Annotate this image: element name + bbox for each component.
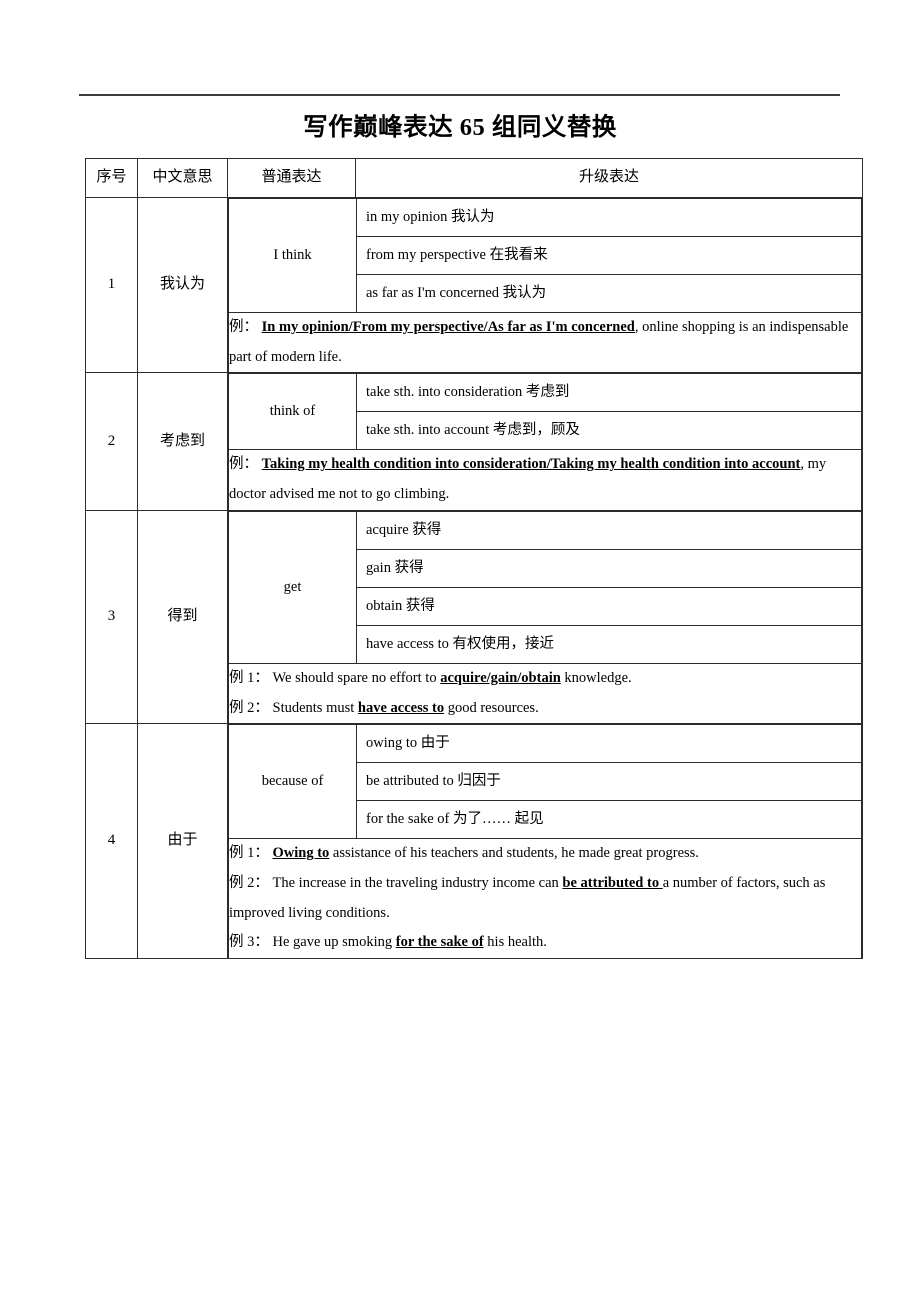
example-row: 例： Taking my health condition into consi… — [228, 449, 862, 510]
upgraded-expression: obtain 获得 — [356, 586, 862, 626]
upgraded-expression: as far as I'm concerned 我认为 — [356, 274, 862, 313]
example-label: 例 2： — [229, 699, 269, 716]
example-highlight: acquire/gain/obtain — [440, 669, 561, 686]
upgraded-expression: gain 获得 — [356, 548, 862, 588]
upgraded-expression: take sth. into account 考虑到，顾及 — [356, 411, 862, 451]
example-sentence: 例 2： The increase in the traveling indus… — [229, 869, 861, 928]
example-sentence: 例： In my opinion/From my perspective/As … — [229, 313, 861, 372]
row-number: 4 — [85, 723, 138, 960]
example-text: his health. — [483, 934, 547, 951]
column-header-basic: 普通表达 — [227, 158, 356, 198]
row-chinese-meaning: 由于 — [137, 723, 228, 960]
example-row: 例： In my opinion/From my perspective/As … — [228, 312, 862, 373]
upgraded-expression: take sth. into consideration 考虑到 — [356, 373, 862, 413]
table-row: 1 我认为 I think in my opinion 我认为 from my pers… — [85, 196, 863, 374]
example-row: 例 1： We should spare no effort to acquir… — [228, 662, 862, 724]
row-content: I think in my opinion 我认为 from my perspect… — [227, 196, 863, 374]
upgraded-expression: in my opinion 我认为 — [356, 198, 862, 237]
table-row: 4 由于 because of owing to 由于 be attributed to… — [85, 723, 863, 960]
row-content: get acquire 获得 gain 获得 obtain 获得 have access… — [227, 509, 863, 725]
document-page: 写作巅峰表达 65 组同义替换 序号 中文意思 普通表达 升级表达 1 我认为 I … — [0, 0, 920, 1302]
example-label: 例 2： — [229, 875, 269, 892]
example-text: He gave up smoking — [272, 934, 396, 951]
example-highlight: be attributed to — [562, 875, 663, 892]
example-text: assistance of his teachers and students,… — [329, 845, 699, 862]
basic-expression: I think — [228, 198, 357, 313]
example-text: good resources. — [444, 699, 539, 716]
example-sentence: 例： Taking my health condition into consi… — [229, 450, 861, 509]
basic-expression: think of — [228, 373, 357, 451]
example-sentence: 例 3： He gave up smoking for the sake of … — [229, 928, 861, 958]
example-text: Students must — [272, 699, 358, 716]
example-sentence: 例 1： We should spare no effort to acquir… — [229, 664, 861, 694]
expression-row: I think in my opinion 我认为 — [228, 198, 862, 313]
example-sentence: 例 2： Students must have access to good r… — [229, 694, 861, 724]
column-header-number: 序号 — [85, 158, 138, 198]
row-number: 3 — [85, 509, 138, 725]
expression-row: because of owing to 由于 — [228, 724, 862, 840]
example-block: 例 1： We should spare no effort to acquir… — [228, 662, 862, 724]
example-label: 例 1： — [229, 845, 269, 862]
row-number: 1 — [85, 196, 138, 374]
table-row: 2 考虑到 think of take sth. into consideration… — [85, 372, 863, 511]
table-body: 1 我认为 I think in my opinion 我认为 from my pers… — [85, 196, 863, 960]
upgraded-expression: be attributed to 归因于 — [356, 762, 862, 802]
upgraded-expression: have access to 有权使用，接近 — [356, 624, 862, 664]
example-row: 例 1： Owing to assistance of his teachers… — [228, 838, 862, 959]
example-highlight: for the sake of — [395, 934, 484, 951]
page-title: 写作巅峰表达 65 组同义替换 — [303, 114, 617, 141]
example-text: We should spare no effort to — [272, 669, 441, 686]
row-chinese-meaning: 得到 — [137, 509, 228, 725]
upgraded-expression: acquire 获得 — [356, 510, 862, 550]
column-header-meaning: 中文意思 — [137, 158, 228, 198]
row-content: because of owing to 由于 be attributed to 归因… — [227, 723, 863, 960]
table-row: 3 得到 get acquire 获得 gain 获得 obtain 获得 have acc… — [85, 509, 863, 725]
example-label: 例 3： — [229, 934, 269, 951]
basic-expression: get — [228, 510, 357, 664]
row-number: 2 — [85, 372, 138, 511]
table-header-row: 序号 中文意思 普通表达 升级表达 — [85, 158, 863, 198]
example-block: 例： In my opinion/From my perspective/As … — [228, 312, 862, 373]
example-label: 例 1： — [229, 669, 269, 686]
example-highlight: Owing to — [272, 845, 330, 862]
example-block: 例： Taking my health condition into consi… — [228, 449, 862, 510]
row-content: think of take sth. into consideration 考虑到… — [227, 372, 863, 511]
expression-row: get acquire 获得 — [228, 510, 862, 664]
row-chinese-meaning: 考虑到 — [137, 372, 228, 511]
upgraded-expression: for the sake of 为了…… 起见 — [356, 800, 862, 840]
expression-row: think of take sth. into consideration 考虑到 — [228, 373, 862, 451]
example-highlight: Taking my health condition into consider… — [261, 456, 801, 473]
example-label: 例： — [229, 319, 258, 335]
example-highlight: have access to — [357, 699, 445, 716]
upgraded-expression: from my perspective 在我看来 — [356, 236, 862, 275]
example-block: 例 1： Owing to assistance of his teachers… — [228, 838, 862, 959]
synonym-replacement-table: 序号 中文意思 普通表达 升级表达 1 我认为 I think in my opini… — [85, 158, 863, 960]
example-label: 例： — [229, 456, 258, 473]
basic-expression: because of — [228, 724, 357, 840]
example-highlight: In my opinion/From my perspective/As far… — [261, 319, 635, 335]
row-chinese-meaning: 我认为 — [137, 196, 228, 374]
header-rule — [79, 94, 840, 96]
example-text: knowledge. — [560, 669, 632, 686]
example-sentence: 例 1： Owing to assistance of his teachers… — [229, 839, 861, 869]
upgraded-expression: owing to 由于 — [356, 724, 862, 764]
example-text: The increase in the traveling industry i… — [272, 875, 563, 892]
column-header-upgraded: 升级表达 — [355, 158, 863, 198]
